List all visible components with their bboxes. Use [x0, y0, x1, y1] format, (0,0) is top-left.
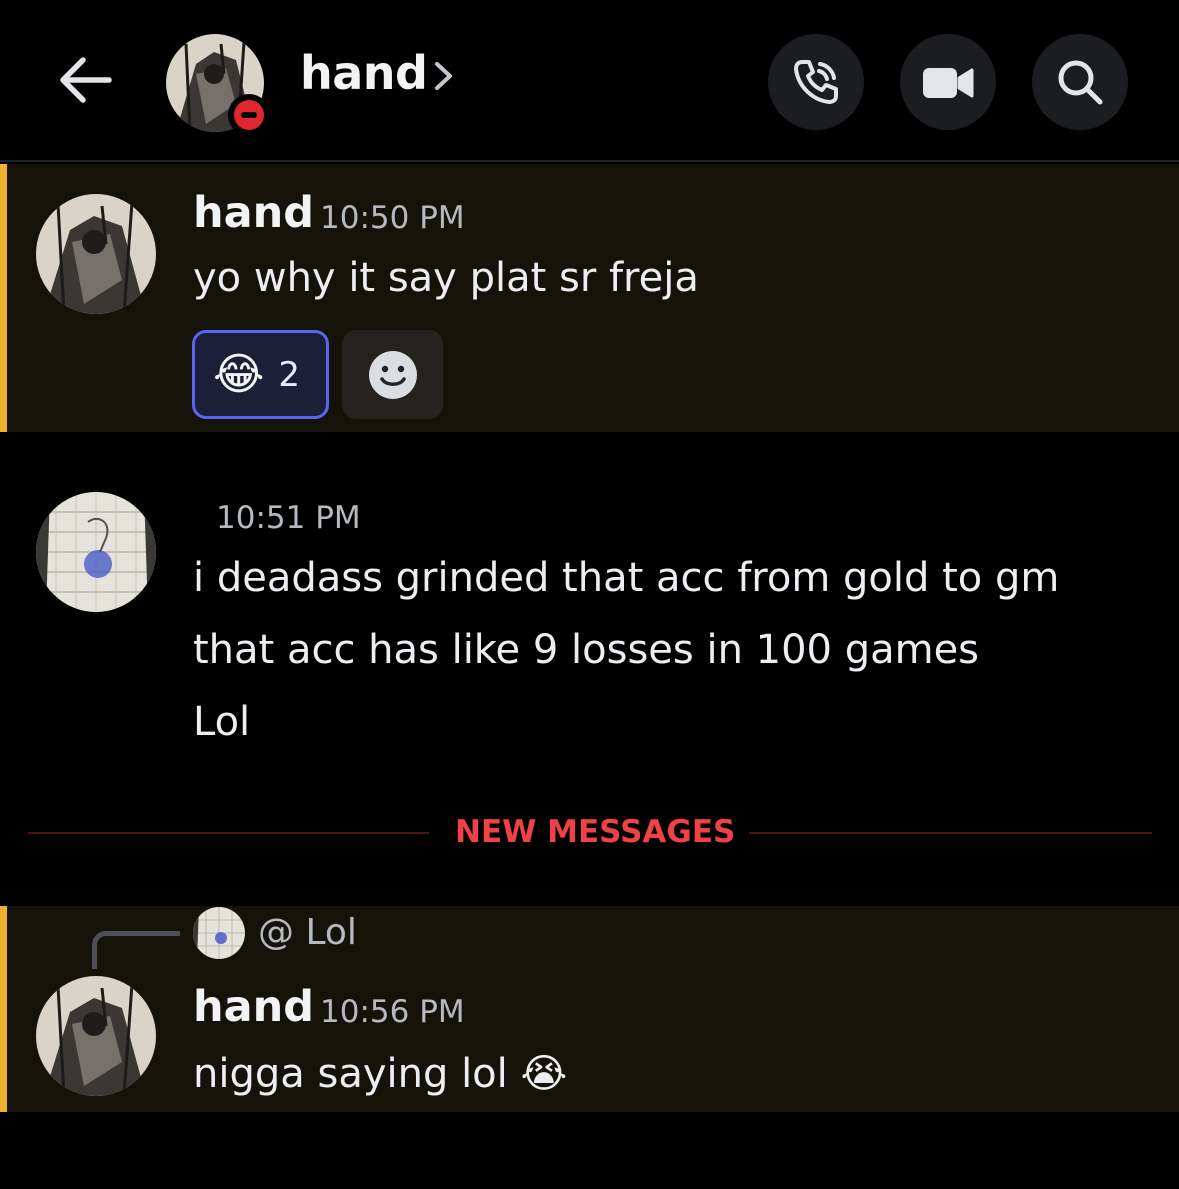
message-text: nigga saying lol 😭 [193, 1051, 568, 1097]
message-2[interactable]: 10:51 PM i deadass grinded that acc from… [0, 490, 1179, 760]
search-button[interactable] [1032, 34, 1128, 130]
timestamp: 10:56 PM [320, 994, 465, 1030]
chevron-right-icon[interactable] [432, 58, 456, 94]
laughing-emoji-icon: 😂 [213, 348, 265, 400]
message-line-2: that acc has like 9 losses in 100 games [193, 627, 980, 673]
author-avatar[interactable] [36, 194, 156, 314]
phone-call-icon [794, 60, 838, 104]
video-camera-icon [923, 68, 974, 98]
message-text: yo why it say plat sr freja [193, 255, 699, 301]
voice-call-button[interactable] [768, 34, 864, 130]
new-messages-line-left [28, 832, 429, 834]
back-button[interactable] [52, 48, 116, 112]
message-line-1: i deadass grinded that acc from gold to … [193, 555, 1060, 601]
smiley-face-icon [368, 350, 417, 399]
author-avatar[interactable] [36, 976, 156, 1096]
channel-title[interactable]: hand [300, 46, 428, 100]
reply-connector [92, 931, 180, 969]
timestamp: 10:50 PM [320, 200, 465, 236]
dnd-status-icon [228, 94, 270, 136]
author-name[interactable]: hand [193, 188, 314, 238]
author-name[interactable]: hand [193, 982, 314, 1032]
new-messages-label: NEW MESSAGES [455, 814, 736, 850]
reply-snippet: Lol [305, 912, 357, 953]
author-avatar[interactable] [36, 492, 156, 612]
new-messages-line-right [749, 832, 1152, 834]
reply-preview[interactable]: @ Lol [258, 912, 357, 953]
message-1[interactable]: hand 10:50 PM yo why it say plat sr frej… [0, 164, 1179, 432]
reply-mention-prefix: @ [258, 912, 294, 953]
reaction-laughing[interactable]: 😂 2 [192, 330, 329, 419]
add-reaction-button[interactable] [342, 330, 443, 419]
reaction-count: 2 [278, 354, 301, 395]
reply-avatar[interactable] [193, 907, 245, 959]
message-line-3: Lol [193, 699, 251, 745]
video-call-button[interactable] [900, 34, 996, 130]
arrow-left-icon [60, 57, 112, 103]
timestamp: 10:51 PM [216, 500, 361, 536]
search-icon [1058, 60, 1103, 105]
channel-header: hand [0, 0, 1179, 162]
